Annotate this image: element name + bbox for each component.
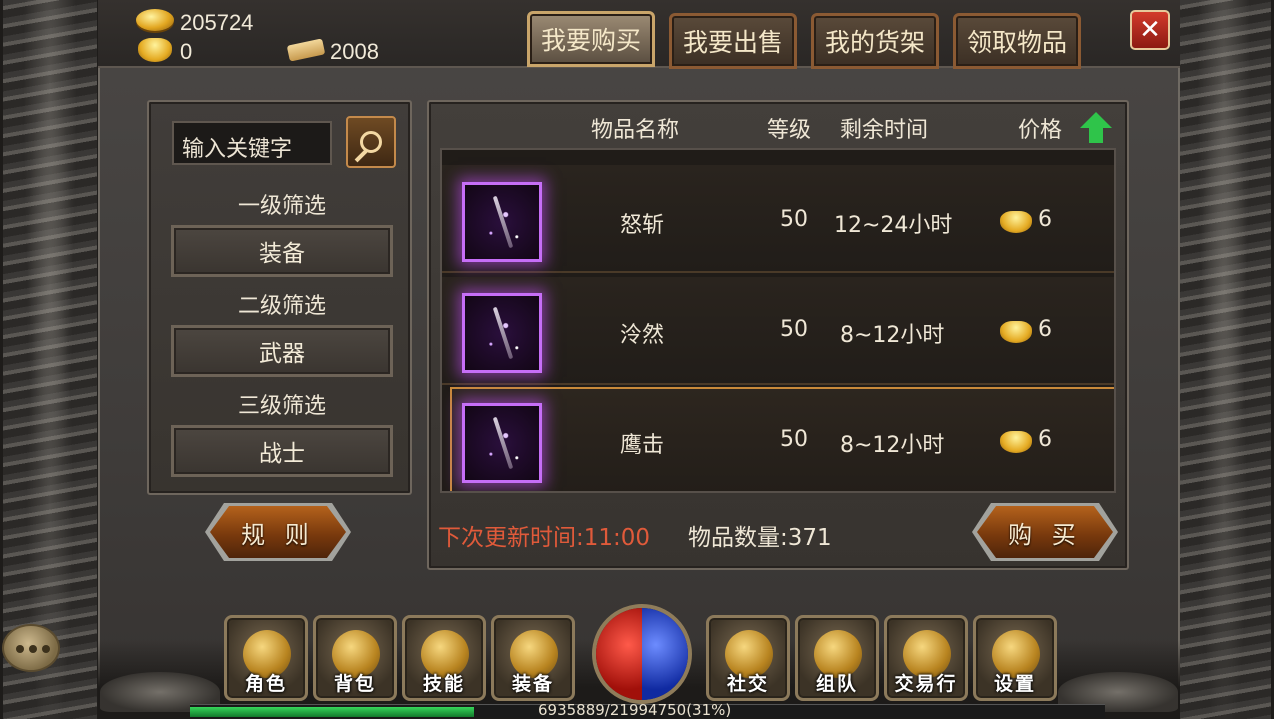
list-item-selected[interactable]: 鹰击 50 8~12小时 6 bbox=[450, 387, 1114, 491]
item-level: 50 bbox=[780, 207, 808, 232]
voucher-value: 2008 bbox=[330, 39, 379, 64]
bow-item-icon bbox=[462, 293, 542, 373]
header-item-name[interactable]: 物品名称 bbox=[591, 112, 679, 144]
skills-label: 技能 bbox=[422, 673, 465, 695]
auction-house-label: 交易行 bbox=[894, 673, 958, 695]
header-remaining-time[interactable]: 剩余时间 bbox=[840, 112, 928, 144]
coins-value: 205724 bbox=[180, 10, 254, 35]
gold-ingot-icon bbox=[1000, 431, 1032, 453]
item-price: 6 bbox=[1038, 317, 1052, 342]
filter-level1-button[interactable]: 装备 bbox=[171, 225, 393, 277]
bag-label: 背包 bbox=[333, 673, 376, 695]
equipment-button[interactable]: 装备 bbox=[491, 615, 575, 701]
item-level: 50 bbox=[780, 427, 808, 452]
chat-dot-icon bbox=[42, 645, 50, 653]
bow-item-icon bbox=[462, 182, 542, 262]
rules-button[interactable]: 规 则 bbox=[210, 506, 346, 558]
experience-bar-fill bbox=[190, 707, 474, 717]
item-name: 鹰击 bbox=[620, 433, 665, 458]
social-label: 社交 bbox=[726, 673, 769, 695]
list-item[interactable]: 怒斩 50 12~24小时 6 bbox=[442, 165, 1114, 273]
bow-item-icon bbox=[462, 403, 542, 483]
header-price[interactable]: 价格 bbox=[1018, 112, 1062, 144]
character-button[interactable]: 角色 bbox=[224, 615, 308, 701]
buy-button[interactable]: 购 买 bbox=[977, 506, 1113, 558]
item-level: 50 bbox=[780, 317, 808, 342]
filter-level2-label: 二级筛选 bbox=[237, 294, 326, 319]
chat-button[interactable] bbox=[2, 624, 60, 672]
chat-dot-icon bbox=[16, 645, 24, 653]
gold-ingot-icon bbox=[1000, 321, 1032, 343]
auction-house-button[interactable]: 交易行 bbox=[884, 615, 968, 701]
search-icon bbox=[360, 131, 382, 153]
team-label: 组队 bbox=[815, 673, 858, 695]
item-count-text: 物品数量:371 bbox=[688, 525, 832, 551]
tab-buy[interactable]: 我要购买 bbox=[527, 11, 655, 67]
mp-orb-half bbox=[642, 608, 688, 700]
tab-claim-items[interactable]: 领取物品 bbox=[953, 13, 1081, 69]
chat-dot-icon bbox=[29, 645, 37, 653]
skills-button[interactable]: 技能 bbox=[402, 615, 486, 701]
social-button[interactable]: 社交 bbox=[706, 615, 790, 701]
gold-ingot-icon bbox=[1000, 211, 1032, 233]
experience-text: 6935889/21994750(31%) bbox=[538, 701, 732, 719]
gold-ingot-icon bbox=[138, 38, 172, 62]
sort-ascending-icon-stem bbox=[1089, 127, 1103, 143]
item-price: 6 bbox=[1038, 427, 1052, 452]
filter-level3-button[interactable]: 战士 bbox=[171, 425, 393, 477]
equipment-label: 装备 bbox=[511, 673, 554, 695]
hp-orb-half bbox=[596, 608, 642, 700]
settings-label: 设置 bbox=[993, 673, 1036, 695]
search-input[interactable]: 输入关键字 bbox=[172, 121, 332, 165]
settings-button[interactable]: 设置 bbox=[973, 615, 1057, 701]
item-remaining-time: 8~12小时 bbox=[840, 433, 945, 458]
header-level[interactable]: 等级 bbox=[767, 112, 811, 144]
item-name: 泠然 bbox=[620, 323, 665, 348]
refresh-time-text: 下次更新时间:11:00 bbox=[438, 525, 651, 551]
tab-my-shelf[interactable]: 我的货架 bbox=[811, 13, 939, 69]
team-button[interactable]: 组队 bbox=[795, 615, 879, 701]
filter-level1-label: 一级筛选 bbox=[237, 194, 326, 219]
item-name: 怒斩 bbox=[620, 213, 665, 238]
character-label: 角色 bbox=[244, 673, 287, 695]
hp-mp-orb bbox=[592, 604, 692, 704]
coins-icon bbox=[136, 9, 174, 31]
search-button[interactable] bbox=[346, 116, 396, 168]
close-icon: ✕ bbox=[1139, 15, 1161, 45]
sort-ascending-icon[interactable] bbox=[1080, 112, 1112, 128]
filter-level3-label: 三级筛选 bbox=[237, 394, 326, 419]
list-item[interactable]: 泠然 50 8~12小时 6 bbox=[442, 277, 1114, 385]
item-remaining-time: 12~24小时 bbox=[834, 213, 953, 238]
bag-button[interactable]: 背包 bbox=[313, 615, 397, 701]
item-price: 6 bbox=[1038, 207, 1052, 232]
tab-sell[interactable]: 我要出售 bbox=[669, 13, 797, 69]
item-list: 怒斩 50 12~24小时 6 泠然 50 8~12小时 6 鹰击 50 8~1… bbox=[440, 148, 1116, 493]
gold-ingot-value: 0 bbox=[180, 39, 193, 64]
right-decorative-pillar bbox=[1174, 0, 1274, 719]
left-decorative-pillar bbox=[0, 0, 100, 719]
close-button[interactable]: ✕ bbox=[1130, 10, 1170, 50]
filter-level2-button[interactable]: 武器 bbox=[171, 325, 393, 377]
item-remaining-time: 8~12小时 bbox=[840, 323, 945, 348]
